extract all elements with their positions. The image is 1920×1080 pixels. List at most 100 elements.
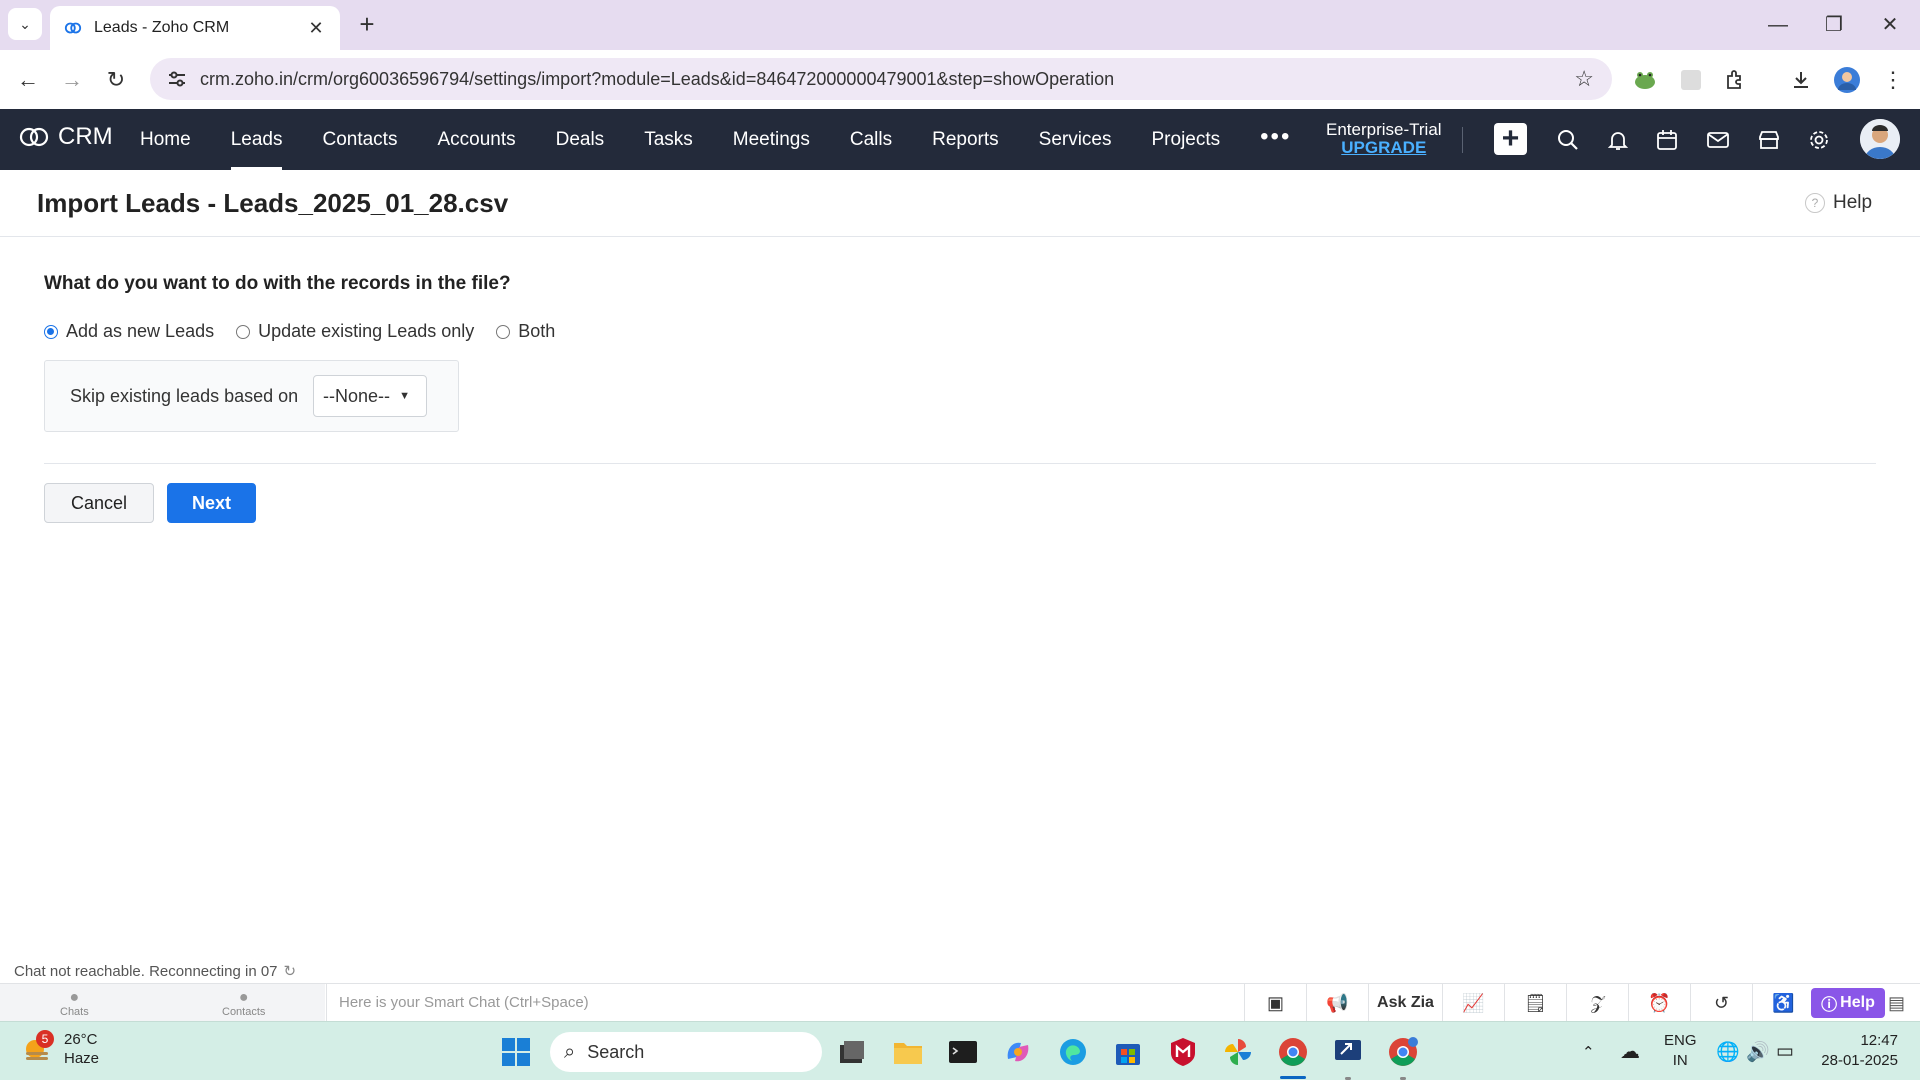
chrome-icon-active[interactable] xyxy=(1275,1034,1311,1070)
taskbar-search-label: Search xyxy=(587,1041,645,1062)
module-tabs: Home Leads Contacts Accounts Deals Tasks… xyxy=(120,109,1311,170)
chat-window-icon[interactable]: ▤ xyxy=(1888,993,1905,1014)
battery-icon[interactable]: ▭ xyxy=(1776,1022,1794,1080)
alarm-clock-icon[interactable]: ⏰ xyxy=(1628,984,1690,1022)
nav-contacts[interactable]: Contacts xyxy=(302,109,417,170)
skip-field-select[interactable]: --None-- ▼ xyxy=(313,375,427,417)
onedrive-cloud-icon[interactable]: ☁ xyxy=(1620,1022,1640,1080)
close-tab-icon[interactable]: ✕ xyxy=(306,18,326,39)
contacts-button[interactable]: ● Contacts xyxy=(222,989,265,1019)
site-info-icon[interactable] xyxy=(166,68,188,90)
smart-chat-input[interactable]: Here is your Smart Chat (Ctrl+Space) xyxy=(326,984,1244,1022)
tab-search-button[interactable]: ⌄ xyxy=(8,8,42,40)
notification-bell-icon[interactable] xyxy=(1605,127,1631,153)
forward-arrow-icon[interactable]: → xyxy=(56,64,88,96)
user-avatar[interactable] xyxy=(1860,119,1900,159)
back-arrow-icon[interactable]: ← xyxy=(12,64,44,96)
new-tab-button[interactable]: + xyxy=(352,10,382,40)
nav-leads[interactable]: Leads xyxy=(211,109,303,170)
nav-services[interactable]: Services xyxy=(1019,109,1132,170)
radio-add-new[interactable] xyxy=(44,324,58,339)
copilot-icon[interactable] xyxy=(1000,1034,1036,1070)
history-icon[interactable]: ↺ xyxy=(1690,984,1752,1022)
taskbar-search[interactable]: ⌕ Search xyxy=(550,1032,822,1072)
help-button[interactable]: ⓘ Help xyxy=(1811,988,1885,1018)
task-view-icon[interactable] xyxy=(834,1034,870,1070)
minimize-icon[interactable]: — xyxy=(1758,10,1798,40)
edge-browser-icon[interactable] xyxy=(1055,1034,1091,1070)
terminal-icon[interactable] xyxy=(945,1034,981,1070)
nav-tasks[interactable]: Tasks xyxy=(624,109,713,170)
address-bar[interactable]: crm.zoho.in/crm/org60036596794/settings/… xyxy=(150,58,1612,100)
chat-bubble-icon: ● xyxy=(69,989,80,1006)
help-button-label: Help xyxy=(1840,994,1875,1011)
radio-update-existing[interactable] xyxy=(236,324,251,339)
nav-projects[interactable]: Projects xyxy=(1132,109,1241,170)
option-update-existing[interactable]: Update existing Leads only xyxy=(236,321,474,342)
weather-condition: Haze xyxy=(64,1050,100,1067)
photos-pinwheel-icon[interactable] xyxy=(1220,1034,1256,1070)
close-window-icon[interactable]: ✕ xyxy=(1870,10,1910,40)
nav-calls[interactable]: Calls xyxy=(830,109,912,170)
extension-grey-icon[interactable] xyxy=(1676,65,1706,95)
nav-accounts[interactable]: Accounts xyxy=(417,109,535,170)
url-text: crm.zoho.in/crm/org60036596794/settings/… xyxy=(200,68,1115,89)
microsoft-store-icon[interactable] xyxy=(1110,1034,1146,1070)
nav-reports[interactable]: Reports xyxy=(912,109,1019,170)
restore-icon[interactable]: ❐ xyxy=(1814,10,1854,40)
mcafee-icon[interactable] xyxy=(1165,1034,1201,1070)
quick-create-plus-icon[interactable]: + xyxy=(1494,123,1527,155)
zia-icon[interactable]: 𝒵 xyxy=(1566,984,1628,1022)
chrome-profile-icon[interactable] xyxy=(1385,1034,1421,1070)
mail-icon[interactable] xyxy=(1705,127,1731,153)
system-clock[interactable]: 12:47 28-01-2025 xyxy=(1812,1031,1898,1071)
page-header: Import Leads - Leads_2025_01_28.csv ? He… xyxy=(0,170,1920,237)
upgrade-link[interactable]: UPGRADE xyxy=(1326,139,1442,157)
more-modules-icon[interactable]: ••• xyxy=(1240,109,1311,170)
profile-avatar-icon[interactable] xyxy=(1832,65,1862,95)
reload-icon[interactable]: ↻ xyxy=(100,64,132,96)
active-app-indicator xyxy=(1280,1076,1306,1079)
marketplace-icon[interactable] xyxy=(1756,127,1782,153)
help-link[interactable]: ? Help xyxy=(1805,192,1872,214)
next-button[interactable]: Next xyxy=(167,483,256,523)
network-globe-icon[interactable]: 🌐 xyxy=(1716,1022,1740,1080)
language-indicator[interactable]: ENG IN xyxy=(1664,1031,1697,1071)
import-mode-options: Add as new Leads Update existing Leads o… xyxy=(44,321,577,342)
announcement-megaphone-icon[interactable]: 📢 xyxy=(1306,984,1368,1022)
browser-menu-icon[interactable]: ⋮ xyxy=(1878,65,1908,95)
calendar-icon[interactable] xyxy=(1654,127,1680,153)
nav-home[interactable]: Home xyxy=(120,109,211,170)
weather-widget[interactable]: 5 26°C Haze xyxy=(20,1030,99,1068)
crm-logo[interactable]: CRM xyxy=(18,123,113,151)
file-explorer-icon[interactable] xyxy=(890,1034,926,1070)
download-icon[interactable] xyxy=(1786,65,1816,95)
chats-button[interactable]: ● Chats xyxy=(60,989,89,1019)
frog-extension-icon[interactable] xyxy=(1630,65,1660,95)
extensions-puzzle-icon[interactable] xyxy=(1720,65,1750,95)
windows-start-icon[interactable] xyxy=(498,1034,534,1070)
browser-tab-active[interactable]: Leads - Zoho CRM ✕ xyxy=(50,6,340,50)
ask-zia-button[interactable]: Ask Zia xyxy=(1368,984,1442,1022)
nav-meetings[interactable]: Meetings xyxy=(713,109,830,170)
cancel-button[interactable]: Cancel xyxy=(44,483,154,523)
notes-icon[interactable]: 🗒 xyxy=(1504,984,1566,1022)
nav-deals[interactable]: Deals xyxy=(536,109,625,170)
tab-title: Leads - Zoho CRM xyxy=(94,19,230,36)
reconnect-icon[interactable]: ↻ xyxy=(284,962,297,980)
settings-gear-icon[interactable] xyxy=(1806,127,1832,153)
accessibility-icon[interactable]: ♿ xyxy=(1752,984,1814,1022)
browser-tab-bar: ⌄ Leads - Zoho CRM ✕ + — ❐ ✕ xyxy=(0,0,1920,50)
show-hidden-icons[interactable]: ⌃ xyxy=(1582,1022,1595,1080)
option-add-new[interactable]: Add as new Leads xyxy=(44,321,214,342)
remote-desktop-icon[interactable] xyxy=(1330,1034,1366,1070)
person-icon: ● xyxy=(238,989,249,1006)
analytics-icon[interactable]: 📈 xyxy=(1442,984,1504,1022)
screen-share-icon[interactable]: ▣ xyxy=(1244,984,1306,1022)
option-both[interactable]: Both xyxy=(496,321,555,342)
search-icon[interactable] xyxy=(1555,127,1581,153)
volume-icon[interactable]: 🔊 xyxy=(1746,1022,1770,1080)
chats-label: Chats xyxy=(60,1006,89,1018)
bookmark-star-icon[interactable]: ☆ xyxy=(1574,66,1594,92)
radio-both[interactable] xyxy=(496,324,511,339)
